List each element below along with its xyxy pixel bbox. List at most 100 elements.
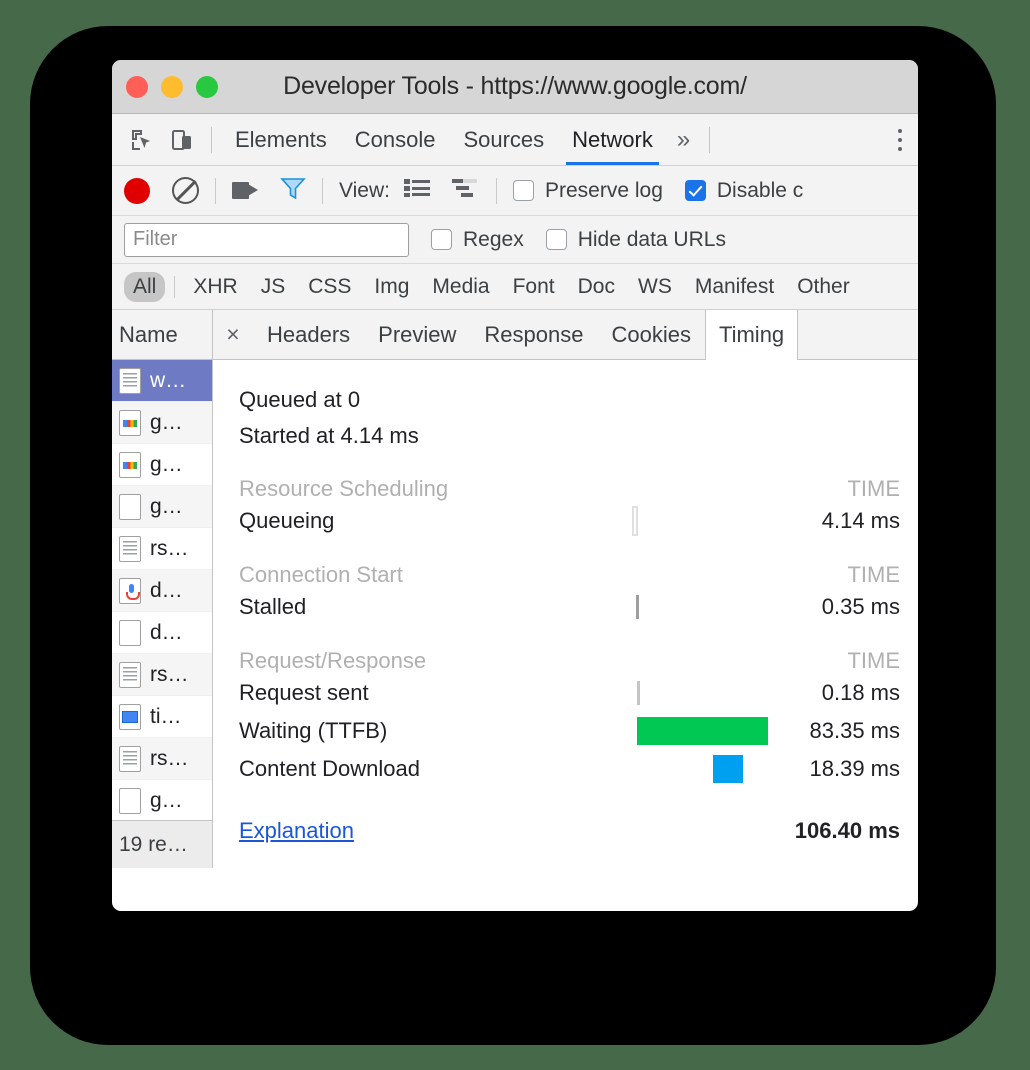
type-filter-ws[interactable]: WS bbox=[629, 272, 681, 302]
timing-row: Stalled 0.35 ms bbox=[239, 588, 900, 626]
record-button-icon[interactable] bbox=[124, 177, 150, 204]
preserve-log-checkbox[interactable]: Preserve log bbox=[512, 179, 663, 203]
timing-bar bbox=[637, 681, 641, 705]
timing-row-label: Request sent bbox=[239, 680, 369, 705]
window-title: Developer Tools - https://www.google.com… bbox=[283, 72, 747, 100]
type-filter-img[interactable]: Img bbox=[365, 272, 418, 302]
funnel-icon[interactable] bbox=[280, 176, 306, 205]
request-name: g… bbox=[150, 788, 183, 812]
microphone-icon bbox=[119, 577, 141, 604]
toolbar-divider-4 bbox=[322, 177, 323, 204]
request-list-item[interactable]: g… bbox=[112, 486, 212, 528]
type-filter-js[interactable]: JS bbox=[252, 272, 295, 302]
request-name: g… bbox=[150, 452, 183, 476]
preserve-log-checkbox-box[interactable] bbox=[512, 180, 534, 201]
type-filter-manifest[interactable]: Manifest bbox=[686, 272, 783, 302]
device-toolbar-icon[interactable] bbox=[162, 120, 202, 160]
timing-section-title: Resource Scheduling bbox=[239, 476, 449, 501]
timing-bar-track bbox=[539, 502, 740, 540]
list-view-icon[interactable] bbox=[403, 179, 430, 202]
toolbar-divider-2 bbox=[709, 126, 711, 153]
tab-preview[interactable]: Preview bbox=[364, 310, 470, 359]
type-filter-doc[interactable]: Doc bbox=[569, 272, 624, 302]
request-name: d… bbox=[150, 578, 183, 602]
request-list-item[interactable]: ti… bbox=[112, 696, 212, 738]
inspect-element-icon[interactable] bbox=[122, 120, 162, 160]
timing-total-row: Explanation 106.40 ms bbox=[239, 818, 900, 844]
tab-response[interactable]: Response bbox=[470, 310, 597, 359]
timing-bar-track bbox=[539, 588, 740, 626]
timing-section-title: Connection Start bbox=[239, 562, 403, 587]
timing-row-label: Waiting (TTFB) bbox=[239, 718, 388, 743]
requests-list[interactable]: w…g…g…g…rs…d…d…rs…ti…rs…g…c… bbox=[112, 360, 212, 820]
tab-console[interactable]: Console bbox=[341, 115, 450, 165]
document-icon bbox=[119, 661, 141, 688]
tab-cookies[interactable]: Cookies bbox=[597, 310, 704, 359]
type-filter-css[interactable]: CSS bbox=[299, 272, 360, 302]
request-list-item[interactable]: rs… bbox=[112, 738, 212, 780]
explanation-link[interactable]: Explanation bbox=[239, 818, 354, 844]
zoom-window-button[interactable] bbox=[196, 75, 218, 98]
waterfall-view-icon[interactable] bbox=[451, 179, 480, 202]
detail-tab-bar: × Headers Preview Response Cookies Timin… bbox=[213, 310, 918, 360]
type-filter-xhr[interactable]: XHR bbox=[184, 272, 246, 302]
request-list-item[interactable]: g… bbox=[112, 780, 212, 820]
image-file-icon bbox=[119, 703, 141, 730]
minimize-window-button[interactable] bbox=[161, 75, 183, 98]
request-list-item[interactable]: rs… bbox=[112, 528, 212, 570]
requests-footer-summary: 19 re… bbox=[112, 820, 212, 868]
request-list-item[interactable]: d… bbox=[112, 570, 212, 612]
devtools-window: Developer Tools - https://www.google.com… bbox=[112, 60, 918, 911]
timing-bar bbox=[712, 755, 743, 783]
hide-data-urls-checkbox-box[interactable] bbox=[545, 229, 567, 250]
timing-time-header: TIME bbox=[847, 476, 900, 501]
request-list-item[interactable]: rs… bbox=[112, 654, 212, 696]
timing-row: Request sent 0.18 ms bbox=[239, 674, 900, 712]
view-label: View: bbox=[339, 178, 390, 202]
tab-sources[interactable]: Sources bbox=[449, 115, 558, 165]
close-window-button[interactable] bbox=[126, 75, 148, 98]
timing-total-value: 106.40 ms bbox=[794, 818, 900, 843]
tab-timing[interactable]: Timing bbox=[704, 310, 799, 360]
type-filter-other[interactable]: Other bbox=[788, 272, 859, 302]
filter-row: Regex Hide data URLs bbox=[112, 216, 918, 264]
timing-bar bbox=[637, 717, 769, 745]
devtools-tab-bar: Elements Console Sources Network » bbox=[112, 114, 918, 166]
camera-icon[interactable] bbox=[232, 182, 258, 199]
hide-data-urls-checkbox[interactable]: Hide data URLs bbox=[545, 228, 726, 252]
request-name: ti… bbox=[150, 704, 182, 728]
tab-elements[interactable]: Elements bbox=[221, 115, 341, 165]
started-at-text: Started at 4.14 ms bbox=[239, 423, 419, 448]
clear-icon[interactable] bbox=[172, 177, 199, 204]
kebab-menu-icon[interactable] bbox=[898, 126, 908, 153]
more-tabs-icon[interactable]: » bbox=[667, 126, 700, 154]
timing-row: Waiting (TTFB) 83.35 ms bbox=[239, 712, 900, 750]
request-list-item[interactable]: g… bbox=[112, 444, 212, 486]
tab-headers[interactable]: Headers bbox=[253, 310, 364, 359]
disable-cache-checkbox-box[interactable] bbox=[684, 180, 706, 201]
request-list-item[interactable]: w… bbox=[112, 360, 212, 402]
requests-column-header[interactable]: Name bbox=[112, 310, 212, 360]
timing-row-value: 18.39 ms bbox=[809, 756, 901, 781]
regex-checkbox[interactable]: Regex bbox=[431, 228, 524, 252]
type-filter-media[interactable]: Media bbox=[423, 272, 498, 302]
close-icon[interactable]: × bbox=[213, 310, 253, 359]
request-name: w… bbox=[150, 368, 187, 392]
disable-cache-checkbox[interactable]: Disable c bbox=[684, 178, 804, 203]
regex-checkbox-box[interactable] bbox=[431, 229, 452, 250]
window-title-bar: Developer Tools - https://www.google.com… bbox=[112, 60, 918, 114]
tab-network[interactable]: Network bbox=[558, 115, 667, 165]
disable-cache-label: Disable c bbox=[716, 178, 804, 202]
timing-section-header: Connection Start TIME bbox=[239, 562, 900, 588]
queued-at-text: Queued at 0 bbox=[239, 387, 361, 412]
type-filter-font[interactable]: Font bbox=[504, 272, 564, 302]
timing-time-header: TIME bbox=[847, 648, 900, 673]
timing-bar-track bbox=[539, 750, 743, 788]
type-filter-all[interactable]: All bbox=[124, 271, 166, 302]
request-list-item[interactable]: g… bbox=[112, 402, 212, 444]
timing-section-header: Resource Scheduling TIME bbox=[239, 476, 900, 502]
request-name: d… bbox=[150, 620, 183, 644]
filter-input[interactable] bbox=[124, 222, 409, 257]
timing-row-label: Content Download bbox=[239, 756, 421, 781]
request-list-item[interactable]: d… bbox=[112, 612, 212, 654]
